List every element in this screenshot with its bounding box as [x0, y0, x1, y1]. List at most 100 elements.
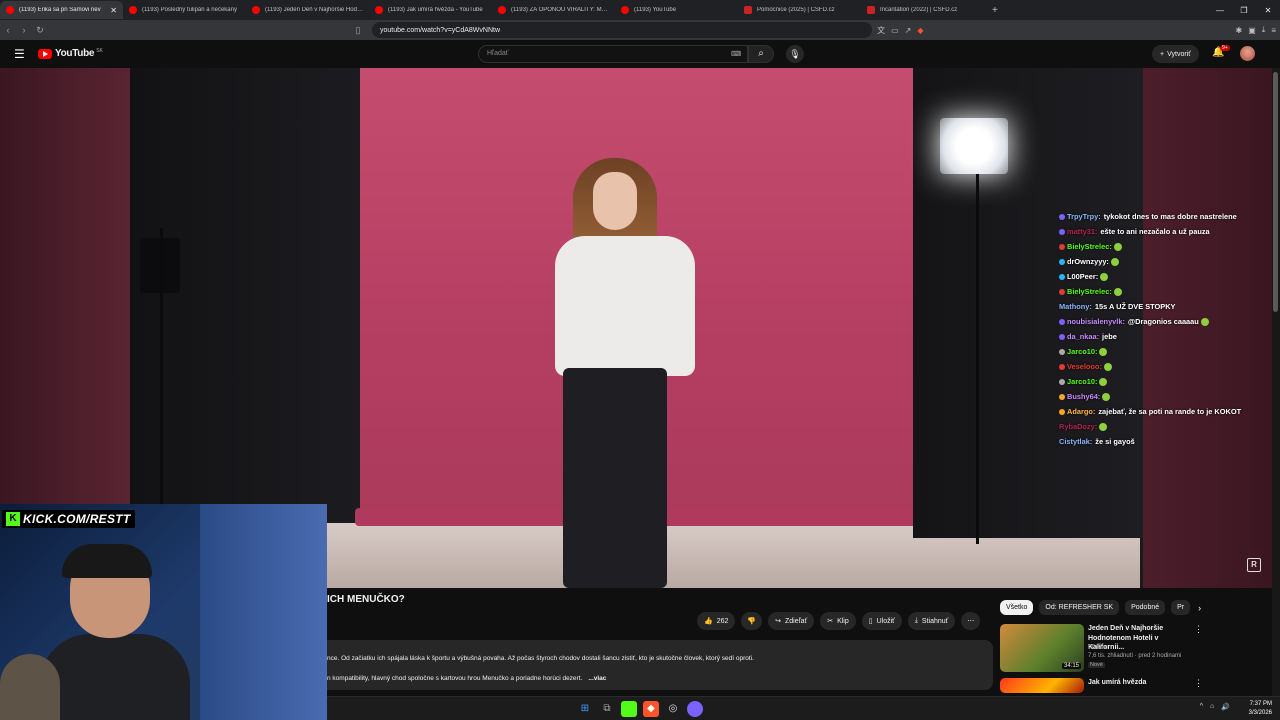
more-vertical-icon[interactable]: ⋮ — [1194, 624, 1203, 635]
channel-watermark-icon[interactable]: R — [1247, 558, 1261, 572]
obs-icon[interactable] — [687, 701, 703, 717]
wallet-icon[interactable]: ▣ — [1248, 26, 1256, 35]
download-button[interactable]: ⤓ Stiahnuť — [907, 612, 956, 630]
save-button[interactable]: ▯ Uložiť — [861, 612, 902, 630]
chat-message: RybaDozy: — [1059, 421, 1244, 432]
brave-browser-icon[interactable]: ◆ — [643, 701, 659, 717]
chat-username[interactable]: drOwnzyyy: — [1067, 257, 1109, 266]
close-window-icon[interactable]: ✕ — [1256, 6, 1280, 15]
minimize-icon[interactable]: — — [1208, 6, 1232, 15]
video-title: ICH MENUČKO? — [327, 594, 405, 605]
chat-badge-icon — [1059, 229, 1065, 236]
show-more-link[interactable]: ...viac — [588, 675, 606, 682]
video-description[interactable]: nce. Od začiatku ich spájala láska k špo… — [327, 640, 993, 690]
chat-username[interactable]: BielyStrelec: — [1067, 242, 1112, 251]
search-input[interactable]: Hľadať — [478, 45, 748, 63]
search-button[interactable]: ⌕ — [748, 45, 774, 63]
chat-badge-icon — [1059, 349, 1065, 356]
chat-username[interactable]: Adargo: — [1067, 407, 1095, 416]
chip-related[interactable]: Podobné — [1125, 600, 1166, 615]
chat-message: Jarco10: — [1059, 376, 1244, 387]
chip-partial[interactable]: Pr — [1171, 600, 1191, 615]
like-button[interactable]: 👍 262 — [697, 612, 736, 630]
bookmark-icon[interactable]: ▯ — [350, 25, 366, 36]
windows-start-icon[interactable]: ⊞ — [577, 701, 593, 717]
network-icon[interactable]: ⌂ — [1210, 703, 1214, 711]
account-avatar[interactable] — [1240, 46, 1255, 61]
chat-username[interactable]: Cistytlak: — [1059, 437, 1092, 446]
chat-emote-icon — [1113, 243, 1122, 252]
recommended-title[interactable]: Jak umírá hvězda — [1088, 678, 1188, 688]
browser-tab[interactable]: Pomocnice (2025) | ČSFD.cz — [738, 1, 861, 19]
browser-tab[interactable]: (1193) Jak umírá hvězda - YouTube — [369, 1, 492, 19]
chat-username[interactable]: Jarco10: — [1067, 347, 1097, 356]
recommended-video[interactable]: 34:15 Jeden Deň v Najhoršie Hodnotenom H… — [1000, 624, 1210, 674]
forward-icon[interactable]: › — [16, 25, 32, 35]
chat-username[interactable]: Mathony: — [1059, 302, 1092, 311]
downloads-icon[interactable]: ⤓ — [1262, 25, 1266, 35]
tray-chevron-icon[interactable]: ^ — [1200, 703, 1203, 711]
browser-tab[interactable]: (1193) Jeden Deň v Najhoršie Hodno — [246, 1, 369, 19]
chat-message: L00Peer: — [1059, 271, 1244, 282]
clip-button[interactable]: ✂ Klip — [820, 612, 856, 630]
chat-username[interactable]: da_nkaa: — [1067, 332, 1099, 341]
new-badge: Nové — [1088, 662, 1105, 668]
plus-icon: + — [1160, 50, 1165, 58]
video-thumbnail[interactable]: 34:15 — [1000, 624, 1084, 672]
url-field[interactable]: youtube.com/watch?v=yCdA8WvNNtw — [372, 22, 872, 38]
browser-tab[interactable]: (1193) Posledný tulipán a nečekaný — [123, 1, 246, 19]
streamer-webcam-overlay: K KICK.COM/RESTT — [0, 504, 327, 720]
browser-tab[interactable]: (1193) YouTube — [615, 1, 738, 19]
recommended-channel[interactable]: PPPiter — [1088, 645, 1108, 651]
new-tab-icon[interactable]: + — [992, 5, 998, 16]
brave-shield-icon[interactable]: ◆ — [917, 26, 923, 35]
chat-username[interactable]: Bushy64: — [1067, 392, 1100, 401]
chat-message: Cistytlak: že si gayoš — [1059, 436, 1244, 447]
keyboard-icon[interactable]: ⌨ — [731, 50, 741, 58]
chat-username[interactable]: BielyStrelec: — [1067, 287, 1112, 296]
chip-from-channel[interactable]: Od: REFRESHER SK — [1039, 600, 1120, 615]
browser-tab[interactable]: (1193) ZA OPONOU VIRALITY: MELT — [492, 1, 615, 19]
volume-icon[interactable]: 🔊 — [1221, 703, 1230, 711]
browser-tab[interactable]: Incantation (2022) | ČSFD.cz — [861, 1, 984, 19]
tab-label: (1193) YouTube — [634, 7, 677, 13]
task-view-icon[interactable]: ⧉ — [599, 701, 615, 717]
maximize-icon[interactable]: ❐ — [1232, 6, 1256, 15]
chat-message: drOwnzyyy: — [1059, 256, 1244, 267]
youtube-logo[interactable]: YouTube SK — [38, 48, 103, 59]
video-thumbnail[interactable] — [1000, 678, 1084, 693]
chat-username[interactable]: Veselooo: — [1067, 362, 1102, 371]
share-button[interactable]: ↪ Zdieľať — [768, 612, 815, 630]
tab-label: (1193) Jeden Deň v Najhoršie Hodno — [265, 7, 363, 13]
more-vertical-icon[interactable]: ⋮ — [1194, 678, 1203, 689]
extensions-icon[interactable]: ✱ — [1236, 26, 1243, 35]
chat-username[interactable]: RybaDozy: — [1059, 422, 1097, 431]
chat-username[interactable]: TrpyTrpy: — [1067, 212, 1101, 221]
cast-icon[interactable]: ▭ — [891, 26, 899, 35]
translate-icon[interactable]: 文 — [877, 25, 885, 36]
chip-all[interactable]: Všetko — [1000, 600, 1034, 615]
dislike-button[interactable]: 👎 — [741, 612, 763, 630]
more-actions-button[interactable]: ⋯ — [961, 612, 981, 630]
tab-label: (1193) Posledný tulipán a nečekaný — [142, 7, 237, 13]
chat-username[interactable]: Jarco10: — [1067, 377, 1097, 386]
chevron-right-icon[interactable]: › — [1198, 603, 1201, 613]
browser-tab[interactable]: (1193) Erika sa pri Samovi nev ✕ — [0, 1, 123, 19]
chat-username[interactable]: matty31: — [1067, 227, 1097, 236]
close-tab-icon[interactable]: ✕ — [110, 6, 117, 15]
menu-icon[interactable]: ≡ — [1271, 26, 1276, 35]
reload-icon[interactable]: ↻ — [32, 25, 48, 36]
voice-search-button[interactable]: 🎙 — [786, 45, 804, 63]
youtube-favicon-icon — [252, 6, 260, 14]
kick-app-icon[interactable] — [621, 701, 637, 717]
chat-username[interactable]: noubisialenyvlk: — [1067, 317, 1125, 326]
back-icon[interactable]: ‹ — [0, 25, 16, 35]
create-button[interactable]: + Vytvoriť — [1152, 45, 1199, 63]
scrollbar-thumb[interactable] — [1273, 72, 1278, 312]
steam-icon[interactable]: ◎ — [665, 701, 681, 717]
hamburger-menu-icon[interactable]: ☰ — [14, 47, 25, 61]
share-icon[interactable]: ↗ — [905, 26, 912, 35]
recommended-video[interactable]: Jak umírá hvězda ⋮ — [1000, 678, 1210, 696]
chat-username[interactable]: L00Peer: — [1067, 272, 1098, 281]
system-clock[interactable]: 7:37 PM 3/3/2026 — [1249, 700, 1272, 718]
